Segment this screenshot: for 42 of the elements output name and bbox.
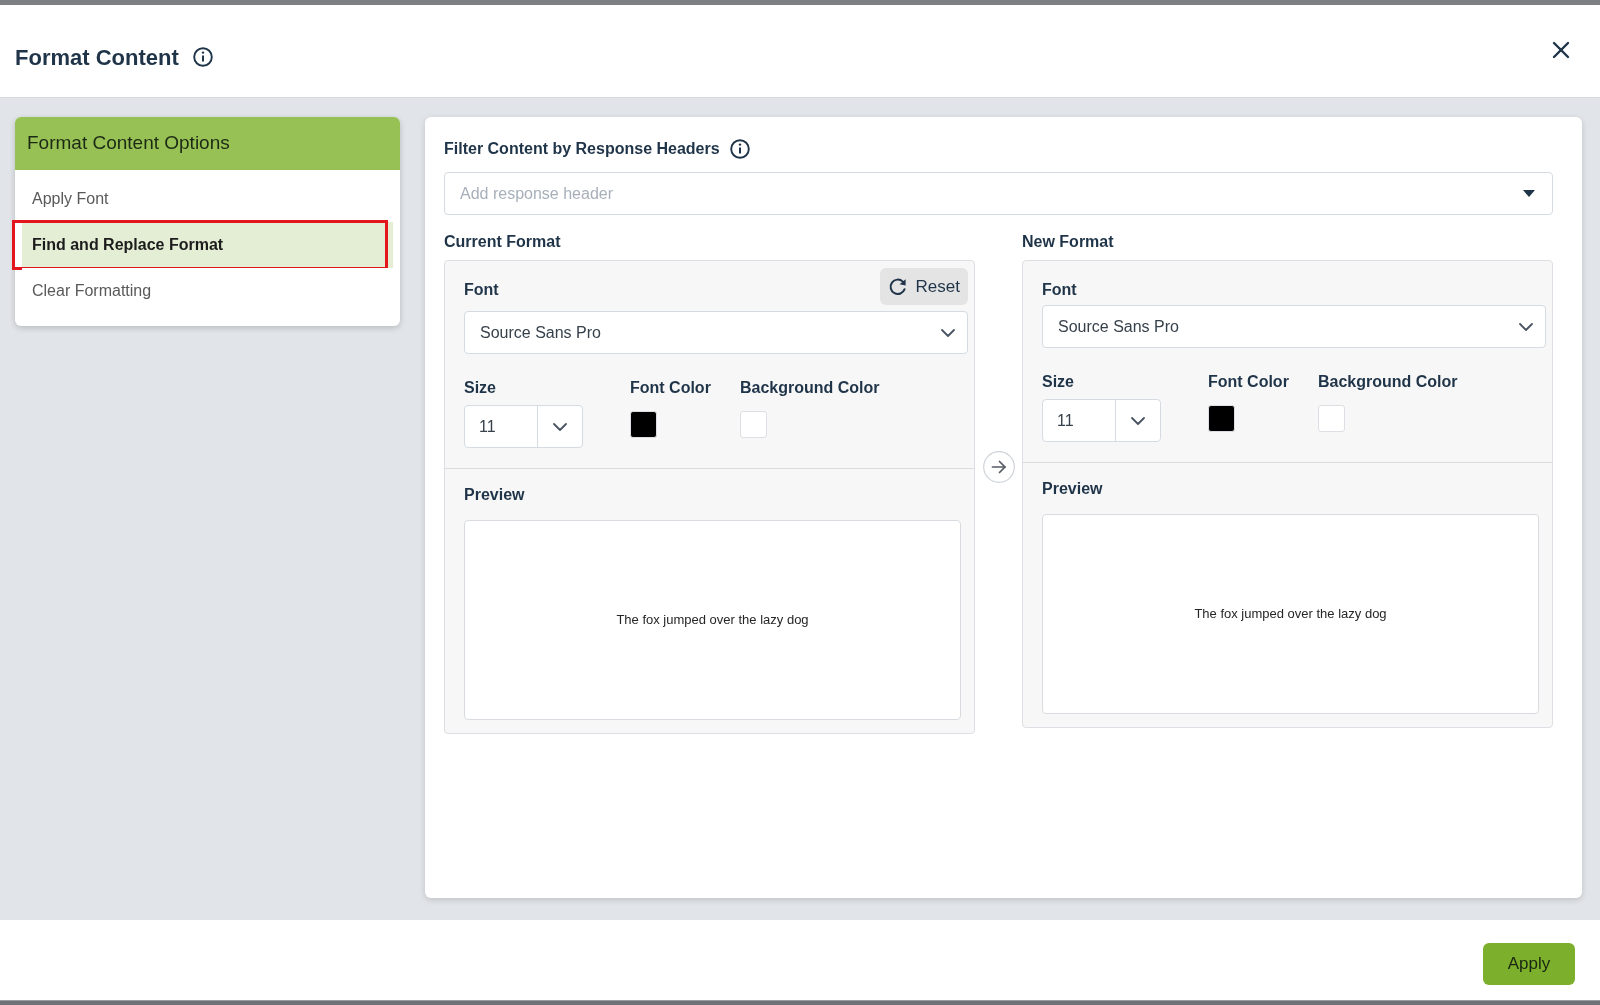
size-value: 11: [465, 406, 538, 447]
chevron-down-icon: [941, 328, 955, 337]
color-swatch-icon[interactable]: [740, 411, 767, 438]
size-select[interactable]: 11: [464, 405, 583, 448]
option-item[interactable]: Find and Replace Format: [22, 222, 393, 268]
font-select[interactable]: Source Sans Pro: [464, 311, 968, 354]
font-label: Font: [464, 280, 499, 300]
close-button[interactable]: [1551, 39, 1571, 60]
preview-text: The fox jumped over the lazy dog: [1194, 605, 1387, 624]
caret-down-icon: [1523, 190, 1535, 197]
response-header-dropdown[interactable]: Add response header: [444, 172, 1553, 215]
apply-button[interactable]: Apply: [1483, 943, 1575, 985]
color-swatch-icon[interactable]: [1318, 405, 1345, 432]
font-label: Font: [1042, 280, 1077, 300]
chevron-down-icon: [1131, 416, 1145, 425]
preview-text: The fox jumped over the lazy dog: [616, 611, 809, 630]
options-card-title: Format Content Options: [15, 117, 400, 170]
preview-label: Preview: [464, 485, 526, 503]
color-swatch-icon[interactable]: [630, 411, 657, 438]
size-label: Size: [464, 378, 497, 396]
refresh-icon: [887, 276, 908, 297]
close-icon: [1552, 40, 1570, 59]
font-select[interactable]: Source Sans Pro: [1042, 305, 1546, 348]
reset-button[interactable]: Reset: [879, 268, 968, 305]
dialog-title: Format Content: [15, 43, 179, 72]
info-icon[interactable]: [192, 47, 213, 67]
filter-label: Filter Content by Response Headers: [444, 139, 720, 159]
info-icon[interactable]: [729, 139, 750, 159]
size-label: Size: [1042, 372, 1075, 390]
color-label: Background Color: [1318, 372, 1458, 390]
chevron-down-icon: [1519, 322, 1533, 331]
color-swatch-icon[interactable]: [1208, 405, 1235, 432]
preview-label: Preview: [1042, 479, 1104, 497]
color-label: Font Color: [1208, 372, 1290, 390]
chevron-down-icon: [553, 422, 567, 431]
size-select[interactable]: 11: [1042, 399, 1161, 442]
format-heading: New Format: [1022, 232, 1115, 250]
color-label: Background Color: [740, 378, 880, 396]
arrow-right-icon: [982, 451, 1015, 483]
format-heading: Current Format: [444, 232, 562, 250]
color-label: Font Color: [630, 378, 712, 396]
size-value: 11: [1043, 400, 1116, 441]
